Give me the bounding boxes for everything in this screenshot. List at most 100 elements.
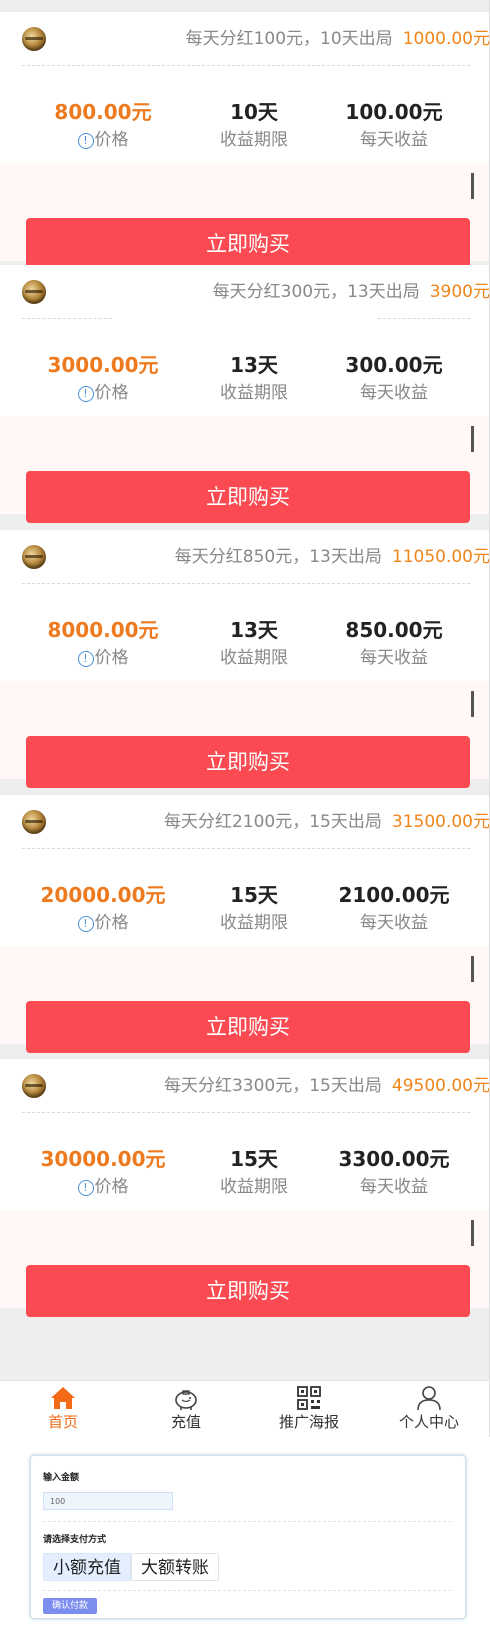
- confirm-payment-button[interactable]: 确认付款: [43, 1598, 97, 1614]
- coin-icon: [22, 545, 46, 569]
- payment-panel: 输入金额 请选择支付方式 小额充值 大额转账 确认付款: [30, 1455, 466, 1619]
- divider: [22, 583, 470, 584]
- method-small-recharge[interactable]: 小额充值: [43, 1553, 131, 1581]
- daily-label: 每天收益: [360, 130, 428, 150]
- card-headline: 每天分红3300元，15天出局 49500.00元: [163, 1071, 489, 1096]
- tab-recharge[interactable]: 充值: [125, 1385, 247, 1437]
- divider: [22, 1112, 470, 1113]
- stats-row: 20000.00元 ! 价格 15天 收益期限 2100.00元 每天收益: [0, 881, 489, 937]
- daily-label: 每天收益: [360, 383, 428, 403]
- info-icon[interactable]: !: [77, 133, 94, 149]
- coin-icon: [22, 280, 46, 304]
- price-stat: 30000.00元 ! 价格: [21, 1145, 185, 1201]
- card-headline: 每天分红2100元，15天出局 31500.00元: [163, 807, 490, 832]
- buy-now-button[interactable]: 立即购买: [26, 471, 470, 523]
- product-description: 每天分红3300元，15天出局: [163, 1076, 382, 1096]
- daily-value: 100.00元: [345, 100, 443, 124]
- daily-value: 300.00元: [345, 353, 443, 377]
- tab-label: 充值: [170, 1413, 201, 1431]
- product-description: 每天分红300元，13天出局: [212, 282, 420, 302]
- scroll-indicator: [471, 956, 474, 982]
- card-action-area: 立即购买: [0, 163, 489, 270]
- daily-stat: 3300.00元 每天收益: [312, 1145, 476, 1201]
- price-label: 价格: [94, 648, 129, 668]
- daily-value: 850.00元: [345, 618, 443, 642]
- card-header: 每天分红100元，10天出局 1000.00元: [0, 12, 489, 65]
- buy-now-button[interactable]: 立即购买: [26, 736, 470, 788]
- card-headline: 每天分红300元，13天出局 3900元: [212, 277, 490, 302]
- divider: [22, 848, 470, 849]
- price-stat: 3000.00元 ! 价格: [21, 351, 185, 407]
- product-card: 每天分红2100元，15天出局 31500.00元 20000.00元 ! 价格 1…: [0, 795, 490, 1053]
- payment-method-title: 请选择支付方式: [43, 1535, 107, 1545]
- product-card: 每天分红300元，13天出局 3900元 3000.00元 ! 价格 13天 收益期…: [0, 265, 490, 523]
- price-value: 20000.00元: [40, 883, 166, 907]
- stats-row: 3000.00元 ! 价格 13天 收益期限 300.00元 每天收益: [0, 351, 489, 407]
- price-label: 价格: [94, 383, 129, 403]
- divider: [43, 1590, 451, 1591]
- price-value: 800.00元: [54, 100, 152, 124]
- divider: [22, 318, 112, 319]
- scroll-indicator: [471, 426, 474, 452]
- price-value: 3000.00元: [47, 353, 159, 377]
- daily-value: 3300.00元: [338, 1147, 450, 1171]
- card-header: 每天分红3300元，15天出局 49500.00元: [0, 1059, 489, 1112]
- divider: [43, 1521, 451, 1522]
- card-action-area: 立即购买: [0, 946, 489, 1053]
- info-icon[interactable]: !: [77, 386, 94, 402]
- price-label: 价格: [94, 913, 129, 933]
- info-icon[interactable]: !: [77, 1180, 94, 1196]
- price-label: 价格: [94, 130, 129, 150]
- daily-stat: 100.00元 每天收益: [312, 98, 476, 154]
- stats-row: 30000.00元 ! 价格 15天 收益期限 3300.00元 每天收益: [0, 1145, 489, 1201]
- piggy-bank-icon: [172, 1385, 200, 1411]
- divider: [378, 318, 470, 319]
- tab-promo-poster[interactable]: 推广海报: [248, 1385, 370, 1437]
- price-stat: 20000.00元 ! 价格: [21, 881, 185, 937]
- tab-home[interactable]: 首页: [2, 1385, 124, 1437]
- method-large-transfer[interactable]: 大额转账: [131, 1553, 219, 1581]
- product-card: 每天分红3300元，15天出局 49500.00元 30000.00元 ! 价格 1…: [0, 1059, 489, 1317]
- tab-label: 个人中心: [398, 1413, 459, 1431]
- card-header: 每天分红850元，13天出局 11050.00元: [0, 530, 490, 583]
- info-icon[interactable]: !: [77, 651, 94, 667]
- coin-icon: [22, 1074, 46, 1098]
- tab-profile[interactable]: 个人中心: [368, 1385, 489, 1437]
- buy-now-button[interactable]: 立即购买: [26, 1001, 470, 1053]
- price-value: 30000.00元: [40, 1147, 166, 1171]
- product-total: 3900元: [429, 282, 490, 302]
- daily-stat: 2100.00元 每天收益: [312, 881, 476, 937]
- product-description: 每天分红2100元，15天出局: [163, 812, 382, 832]
- price-stat: 8000.00元 ! 价格: [21, 616, 185, 672]
- price-stat: 800.00元 ! 价格: [21, 98, 185, 154]
- info-icon[interactable]: !: [77, 916, 94, 932]
- amount-input[interactable]: [43, 1492, 173, 1510]
- tab-label: 推广海报: [278, 1413, 339, 1431]
- daily-stat: 850.00元 每天收益: [312, 616, 476, 672]
- stats-row: 8000.00元 ! 价格 13天 收益期限 850.00元 每天收益: [0, 616, 489, 672]
- card-header: 每天分红300元，13天出局 3900元: [0, 265, 490, 318]
- daily-value: 2100.00元: [338, 883, 450, 907]
- product-total: 11050.00元: [391, 547, 490, 567]
- price-label: 价格: [94, 1177, 129, 1197]
- stats-row: 800.00元 ! 价格 10天 收益期限 100.00元 每天收益: [0, 98, 489, 154]
- card-action-area: 立即购买: [0, 681, 489, 788]
- product-description: 每天分红850元，13天出局: [174, 547, 382, 567]
- amount-title: 输入金额: [43, 1473, 80, 1483]
- daily-stat: 300.00元 每天收益: [312, 351, 476, 407]
- buy-now-button[interactable]: 立即购买: [26, 1265, 470, 1317]
- daily-label: 每天收益: [360, 1177, 428, 1197]
- scroll-indicator: [471, 691, 474, 717]
- coin-icon: [22, 27, 46, 51]
- product-card: 每天分红850元，13天出局 11050.00元 8000.00元 ! 价格 13天…: [0, 530, 490, 788]
- app-screen: 每天分红100元，10天出局 1000.00元 800.00元 ! 价格 10天 收…: [0, 0, 490, 1437]
- scroll-indicator: [471, 173, 474, 199]
- buy-now-button[interactable]: 立即购买: [26, 218, 470, 270]
- user-icon: [415, 1385, 443, 1411]
- daily-label: 每天收益: [360, 913, 428, 933]
- product-total: 31500.00元: [391, 812, 490, 832]
- coin-icon: [22, 810, 46, 834]
- divider: [22, 65, 470, 66]
- card-action-area: 立即购买: [0, 1210, 489, 1317]
- card-headline: 每天分红100元，10天出局 1000.00元: [186, 24, 489, 49]
